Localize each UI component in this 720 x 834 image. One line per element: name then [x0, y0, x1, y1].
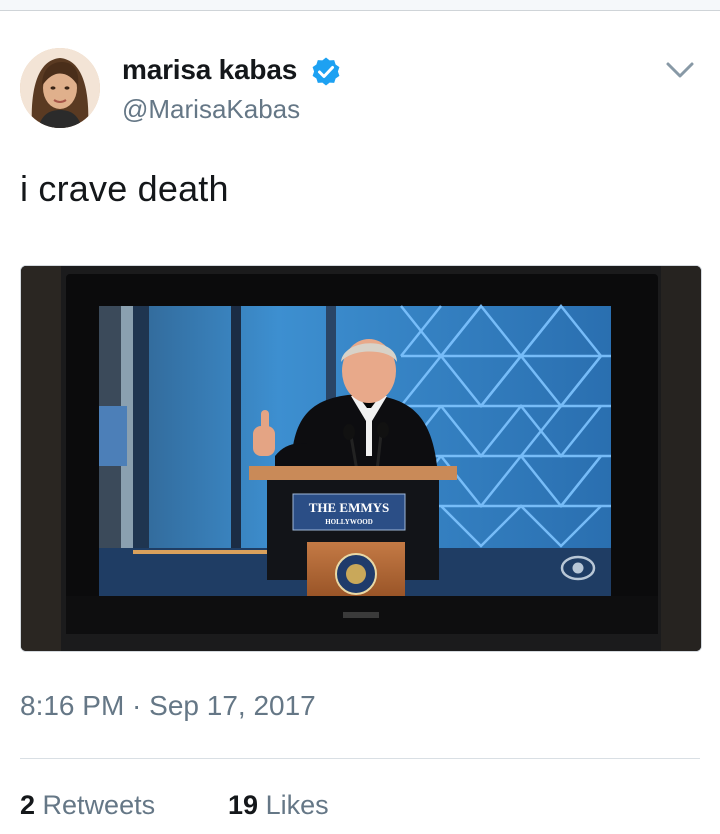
- tweet-timestamp[interactable]: 8:16 PM · Sep 17, 2017: [20, 690, 316, 722]
- tweet-media-photo[interactable]: THE EMMYS HOLLYWOOD: [20, 265, 702, 652]
- likes-label: Likes: [265, 790, 329, 820]
- likes-count: 19: [228, 790, 259, 820]
- author-display-name[interactable]: marisa kabas: [122, 54, 297, 86]
- podium-sign-title: THE EMMYS: [309, 500, 390, 515]
- verified-badge-icon: [312, 57, 340, 86]
- profile-photo-icon: [20, 48, 100, 128]
- tweet-text: i crave death: [20, 168, 229, 209]
- stats-divider: [20, 758, 700, 759]
- retweets-count: 2: [20, 790, 36, 820]
- author-handle[interactable]: @MarisaKabas: [122, 94, 300, 125]
- retweets-stat[interactable]: 2 Retweets: [20, 790, 155, 821]
- avatar[interactable]: [20, 48, 100, 128]
- likes-stat[interactable]: 19 Likes: [228, 790, 329, 821]
- tv-screen-photo-icon: THE EMMYS HOLLYWOOD: [21, 266, 701, 651]
- retweets-label: Retweets: [42, 790, 156, 820]
- chevron-down-icon[interactable]: [664, 56, 696, 84]
- podium-sign-subtitle: HOLLYWOOD: [325, 518, 373, 526]
- top-divider: [0, 0, 720, 11]
